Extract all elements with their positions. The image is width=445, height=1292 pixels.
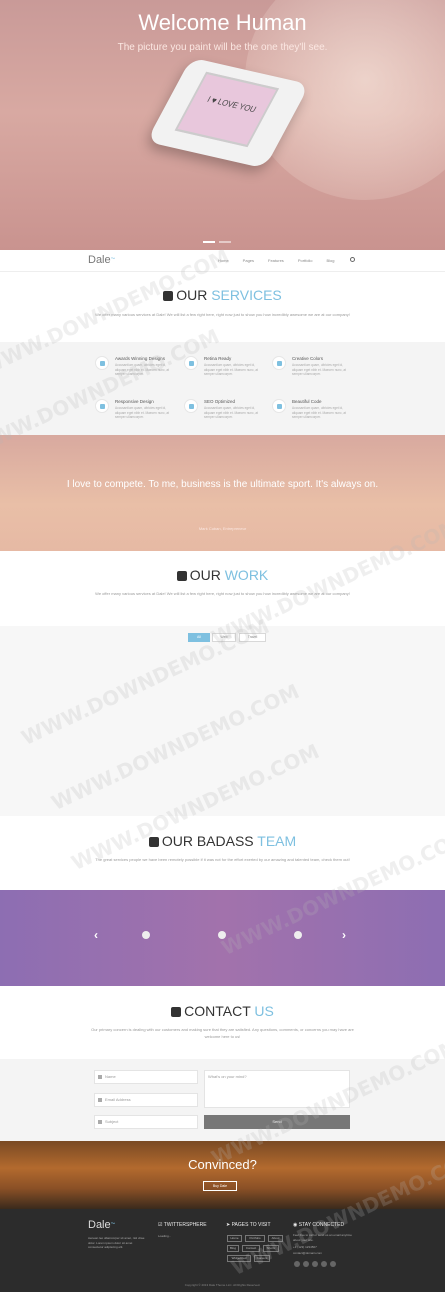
nav-item-blog[interactable]: Blog bbox=[327, 258, 335, 263]
pages-heading: ➤ PAGES TO VISIT bbox=[226, 1222, 271, 1228]
service-desc: Accusantium quam, ultricies eget id, ali… bbox=[204, 363, 259, 376]
page-tag[interactable]: Careers bbox=[254, 1255, 270, 1262]
twitter-feed: Loading... bbox=[158, 1234, 172, 1238]
hero-title: Welcome Human bbox=[138, 10, 307, 35]
page-tag[interactable]: Blog bbox=[227, 1245, 239, 1252]
email-link[interactable]: contact@domain.com bbox=[293, 1251, 322, 1256]
user-icon bbox=[98, 1075, 102, 1079]
page-tag[interactable]: Portfolio bbox=[245, 1235, 265, 1242]
google-plus-icon[interactable] bbox=[321, 1261, 327, 1267]
cta-banner: Convinced? Buy Dale bbox=[0, 1141, 445, 1209]
page-tag[interactable]: Widgetized bbox=[227, 1255, 251, 1262]
copyright: Copyright © 2013 Dale Theme LLC. All Rig… bbox=[184, 1283, 261, 1287]
page-tag[interactable]: Contact bbox=[242, 1245, 260, 1252]
filter-travel-button[interactable]: Travel bbox=[239, 633, 266, 642]
envelope-icon bbox=[98, 1098, 102, 1102]
nav-item-pages[interactable]: Pages bbox=[243, 258, 254, 263]
resize-icon bbox=[95, 399, 109, 413]
tag-icon bbox=[98, 1120, 102, 1124]
palette-icon bbox=[272, 356, 286, 370]
service-title: Responsive Design bbox=[115, 399, 154, 404]
contact-description: Our primary concern is dealing with our … bbox=[91, 1027, 354, 1039]
service-title: SEO Optimized bbox=[204, 399, 236, 404]
cta-title: Convinced? bbox=[188, 1157, 257, 1172]
subject-field[interactable]: Subject bbox=[94, 1115, 198, 1129]
service-title: Retina Ready bbox=[204, 356, 232, 361]
footer-about: Aenean leo ullamcorper sit amet, nisl vi… bbox=[88, 1236, 145, 1249]
nav-item-home[interactable]: Home bbox=[218, 258, 229, 263]
service-desc: Accusantium quam, ultricies eget id, ali… bbox=[204, 406, 259, 419]
search-icon[interactable] bbox=[350, 257, 355, 262]
team-description: The great services people we have been r… bbox=[95, 857, 350, 862]
connect-text: Feel free to call or send us an email an… bbox=[293, 1233, 352, 1242]
portfolio-area bbox=[0, 626, 445, 816]
quote-author: Mark Cuban, Entrepreneur bbox=[198, 526, 247, 531]
service-title: Awards Winning Designs bbox=[115, 356, 165, 361]
work-title: OUR WORK bbox=[0, 567, 445, 583]
message-field[interactable]: What's on your mind? bbox=[204, 1070, 350, 1108]
gear-icon bbox=[163, 291, 174, 301]
pencil-icon bbox=[176, 571, 187, 581]
hero-banner: Welcome Human The picture you paint will… bbox=[0, 0, 445, 250]
navbar: Dale~ Home Pages Features Portfolio Blog bbox=[0, 250, 445, 272]
team-member-avatar[interactable] bbox=[294, 931, 302, 939]
nav-item-features[interactable]: Features bbox=[268, 258, 284, 263]
team-member-avatar[interactable] bbox=[218, 931, 226, 939]
phone-screen-text: I ♥ LOVE YOU bbox=[205, 94, 258, 115]
quote-text: I love to compete. To me, business is th… bbox=[66, 479, 379, 490]
nav-logo[interactable]: Dale~ bbox=[88, 254, 115, 266]
twitter-heading: ☑ TWITTERSPHERE bbox=[158, 1222, 207, 1228]
page-tag[interactable]: Home bbox=[227, 1235, 242, 1242]
service-desc: Accusantium quam, ultricies eget id, ali… bbox=[115, 363, 170, 376]
nav-menu: Home Pages Features Portfolio Blog bbox=[218, 258, 335, 263]
filter-web-button[interactable]: Web bbox=[212, 633, 236, 642]
team-member-avatar[interactable] bbox=[142, 931, 150, 939]
logo-wave-icon: ~ bbox=[110, 254, 116, 263]
email-field[interactable]: Email Address bbox=[94, 1093, 198, 1107]
linkedin-icon[interactable] bbox=[312, 1261, 318, 1267]
footer: Dale~ Aenean leo ullamcorper sit amet, n… bbox=[0, 1209, 445, 1292]
send-button[interactable]: Send bbox=[204, 1115, 350, 1129]
phone-text: +1 (123) 1234567 bbox=[293, 1245, 317, 1249]
logo-wave-icon: ~ bbox=[110, 1219, 116, 1228]
name-field[interactable]: Name bbox=[94, 1070, 198, 1084]
phone-screen: I ♥ LOVE YOU bbox=[174, 71, 280, 148]
services-description: We offer many various services at Dale! … bbox=[95, 312, 350, 317]
quote-banner: I love to compete. To me, business is th… bbox=[0, 435, 445, 551]
carousel-prev-button[interactable]: ‹ bbox=[94, 928, 98, 942]
work-description: We offer many various services at Dale! … bbox=[95, 591, 350, 596]
filter-all-button[interactable]: All bbox=[188, 633, 210, 642]
service-desc: Accusantium quam, ultricies eget id, ali… bbox=[292, 363, 347, 376]
slider-dot-active[interactable] bbox=[203, 241, 215, 243]
hero-subtitle: The picture you paint will be the one th… bbox=[117, 42, 328, 53]
nav-item-portfolio[interactable]: Portfolio bbox=[298, 258, 313, 263]
buy-button[interactable]: Buy Dale bbox=[203, 1181, 237, 1191]
facebook-icon[interactable] bbox=[303, 1261, 309, 1267]
services-title: OUR SERVICES bbox=[0, 287, 445, 303]
service-desc: Accusantium quam, ultricies eget id, ali… bbox=[292, 406, 347, 419]
building-icon bbox=[184, 399, 198, 413]
code-icon bbox=[272, 399, 286, 413]
page-tag[interactable]: About bbox=[268, 1235, 283, 1242]
edit-icon bbox=[171, 1007, 182, 1017]
twitter-icon[interactable] bbox=[294, 1261, 300, 1267]
footer-logo[interactable]: Dale~ bbox=[88, 1219, 115, 1231]
dribbble-icon[interactable] bbox=[330, 1261, 336, 1267]
trophy-icon bbox=[95, 356, 109, 370]
carousel-next-button[interactable]: › bbox=[342, 928, 346, 942]
contact-title: CONTACT US bbox=[0, 1003, 445, 1019]
eye-icon bbox=[184, 356, 198, 370]
slider-indicators[interactable] bbox=[203, 241, 231, 243]
connect-heading: ◉ STAY CONNECTED bbox=[293, 1222, 345, 1228]
service-title: Beautiful Code bbox=[292, 399, 322, 404]
page-tag[interactable]: Shortc bbox=[263, 1245, 279, 1252]
service-title: Creative Colors bbox=[292, 356, 324, 361]
service-desc: Accusantium quam, ultricies eget id, ali… bbox=[115, 406, 170, 419]
slider-dot[interactable] bbox=[219, 241, 231, 243]
rocket-icon bbox=[148, 837, 159, 847]
team-title: OUR BADASS TEAM bbox=[0, 833, 445, 849]
